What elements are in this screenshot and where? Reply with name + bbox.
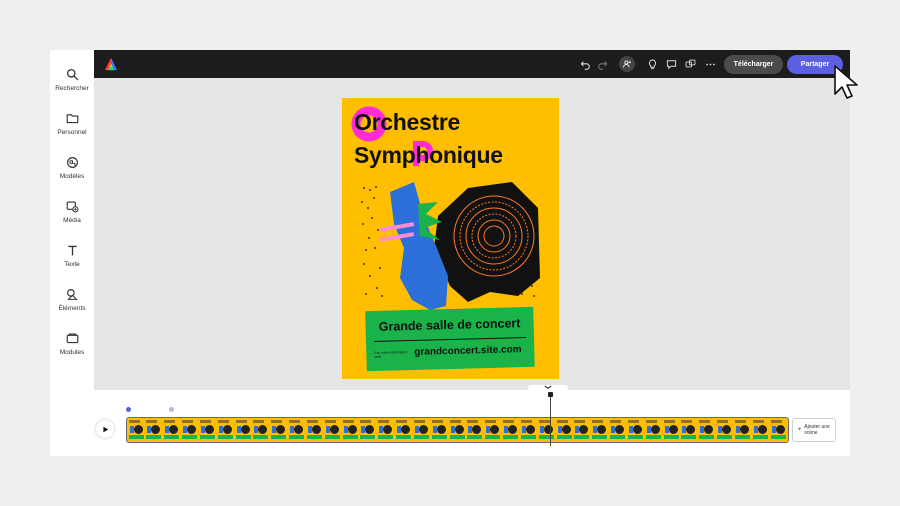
scene-thumbnail[interactable]: [698, 419, 716, 440]
more-icon[interactable]: [703, 57, 717, 71]
left-sidebar: Rechercher Personnel Modèles Média Texte…: [50, 50, 94, 456]
scene-thumbnail[interactable]: [537, 419, 555, 440]
scene-thumbnail[interactable]: [484, 419, 502, 440]
add-scene-label: Ajouter une scène: [804, 424, 830, 436]
sidebar-item-personal[interactable]: Personnel: [50, 104, 94, 144]
play-button[interactable]: [96, 420, 114, 438]
scene-thumbnail[interactable]: [626, 419, 644, 440]
scene-thumbnail[interactable]: [270, 419, 288, 440]
scene-thumbnail[interactable]: [234, 419, 252, 440]
sidebar-item-search[interactable]: Rechercher: [50, 60, 94, 100]
templates-icon: [66, 157, 78, 168]
poster-venue: Grande salle de concert: [378, 316, 521, 334]
poster-small-text: Sur notre information web: [374, 350, 408, 359]
scene-thumbnail[interactable]: [341, 419, 359, 440]
poster-title-line1[interactable]: Orchestre: [354, 109, 460, 136]
search-icon: [66, 68, 78, 81]
scene-track[interactable]: [126, 417, 789, 443]
scene-thumbnail[interactable]: [127, 419, 145, 440]
sidebar-item-text[interactable]: Texte: [50, 236, 94, 276]
scene-thumbnail[interactable]: [519, 419, 537, 440]
media-icon: [66, 201, 78, 213]
scene-thumbnail[interactable]: [163, 419, 181, 440]
sidebar-item-media[interactable]: Média: [50, 192, 94, 232]
poster-url: grandconcert.site.com: [414, 344, 522, 358]
timeline-marker-dot[interactable]: [169, 407, 174, 412]
redo-icon[interactable]: [595, 57, 609, 71]
scene-thumbnail[interactable]: [502, 419, 520, 440]
sidebar-item-label: Modèles: [59, 173, 85, 180]
elements-icon: [66, 289, 78, 300]
add-user-icon[interactable]: [619, 56, 635, 72]
lightbulb-icon[interactable]: [645, 57, 659, 71]
undo-icon[interactable]: [578, 57, 592, 71]
scene-thumbnail[interactable]: [377, 419, 395, 440]
poster-title-line2[interactable]: Symphonique: [354, 142, 503, 169]
play-icon: [102, 426, 108, 432]
scene-thumbnail[interactable]: [751, 419, 769, 440]
playhead-line[interactable]: [550, 394, 551, 446]
poster-info-panel[interactable]: Grande salle de concert Sur notre inform…: [365, 306, 535, 372]
folder-icon: [66, 114, 78, 124]
scene-thumbnail[interactable]: [430, 419, 448, 440]
timeline-panel: + Ajouter une scène: [94, 390, 850, 456]
adobe-express-logo[interactable]: [104, 57, 118, 71]
sidebar-item-label: Média: [63, 217, 81, 224]
scene-thumbnail[interactable]: [716, 419, 734, 440]
scene-thumbnail[interactable]: [181, 419, 198, 440]
top-bar: Télécharger Partager: [94, 50, 850, 78]
scene-thumbnail[interactable]: [198, 419, 216, 440]
sidebar-item-modules[interactable]: Modules: [50, 324, 94, 364]
scene-thumbnail[interactable]: [769, 419, 787, 440]
scene-thumbnail[interactable]: [466, 419, 484, 440]
poster-canvas[interactable]: Orchestre Symphonique Grande salle de co…: [342, 98, 559, 379]
scene-thumbnail[interactable]: [662, 419, 680, 440]
sidebar-item-templates[interactable]: Modèles: [50, 148, 94, 188]
sidebar-item-elements[interactable]: Éléments: [50, 280, 94, 320]
comment-icon[interactable]: [664, 57, 678, 71]
duplicate-icon[interactable]: [683, 57, 697, 71]
timeline-marker-dot[interactable]: [126, 407, 131, 412]
scene-thumbnail[interactable]: [305, 419, 323, 440]
panel-divider: [374, 337, 527, 342]
scene-thumbnail[interactable]: [323, 419, 341, 440]
scene-thumbnail[interactable]: [252, 419, 270, 440]
sidebar-item-label: Texte: [64, 261, 80, 268]
scene-thumbnail[interactable]: [609, 419, 627, 440]
playhead-handle[interactable]: [548, 392, 553, 397]
scene-thumbnail[interactable]: [573, 419, 591, 440]
sidebar-item-label: Modules: [59, 349, 85, 356]
scene-thumbnail[interactable]: [644, 419, 662, 440]
download-button[interactable]: Télécharger: [724, 55, 783, 74]
scene-thumbnail[interactable]: [733, 419, 751, 440]
sidebar-item-label: Éléments: [58, 305, 86, 312]
scene-thumbnail[interactable]: [288, 419, 306, 440]
mouse-cursor-icon: [834, 65, 858, 99]
text-icon: [67, 245, 77, 256]
plus-icon: +: [797, 427, 802, 433]
scene-thumbnail[interactable]: [591, 419, 609, 440]
sidebar-item-label: Personnel: [57, 129, 87, 136]
scene-thumbnail[interactable]: [359, 419, 377, 440]
scene-thumbnail[interactable]: [216, 419, 234, 440]
scene-thumbnail[interactable]: [145, 419, 163, 440]
sidebar-item-label: Rechercher: [55, 85, 89, 92]
scene-thumbnail[interactable]: [448, 419, 466, 440]
scene-thumbnail[interactable]: [395, 419, 413, 440]
scene-thumbnail[interactable]: [555, 419, 573, 440]
scene-thumbnail[interactable]: [412, 419, 430, 440]
add-scene-button[interactable]: + Ajouter une scène: [792, 418, 836, 442]
scene-thumbnail[interactable]: [680, 419, 698, 440]
modules-icon: [66, 333, 78, 344]
app-window: Rechercher Personnel Modèles Média Texte…: [50, 50, 850, 456]
